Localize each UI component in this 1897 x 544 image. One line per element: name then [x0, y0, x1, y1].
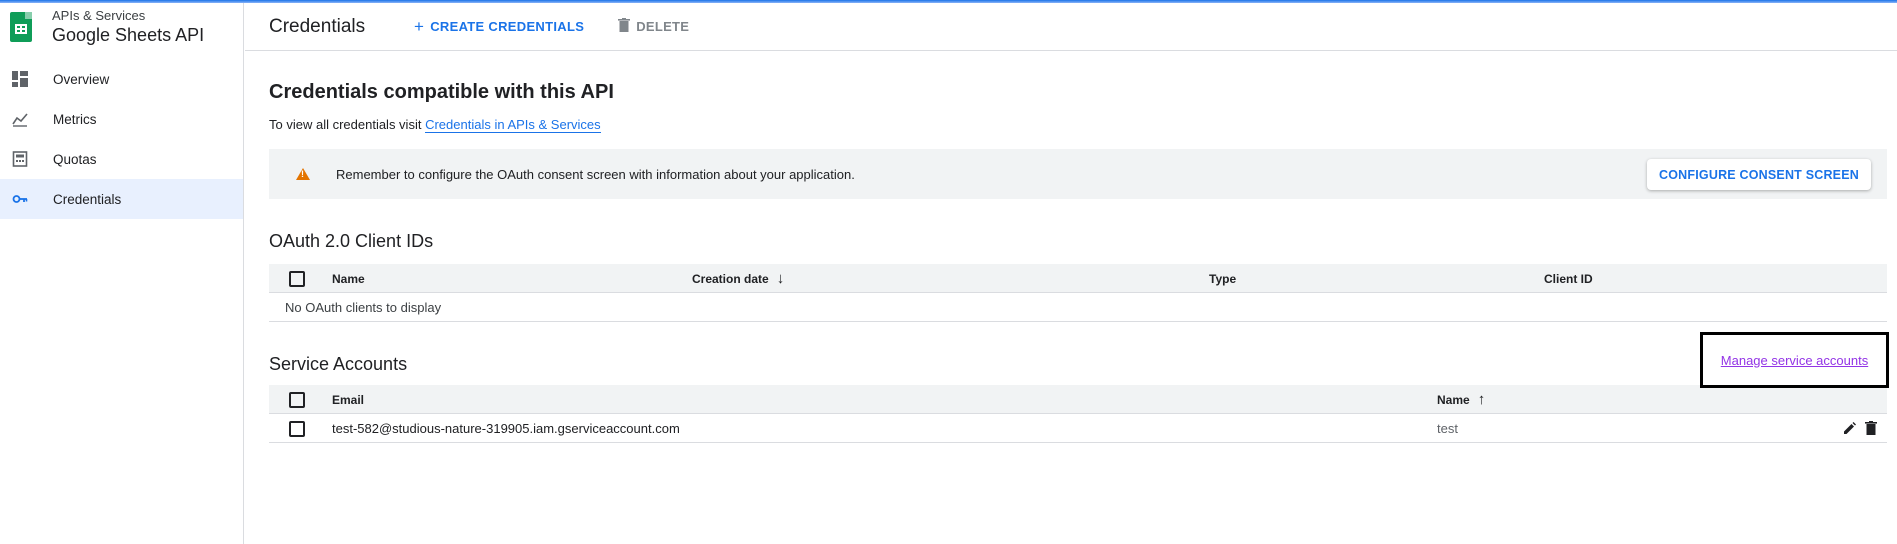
service-accounts-title: Service Accounts — [269, 354, 408, 374]
row-checkbox[interactable] — [289, 421, 305, 437]
product-subtitle: APIs & Services — [52, 8, 146, 23]
empty-message: No OAuth clients to display — [285, 300, 442, 315]
manage-service-accounts-highlight: Manage service accounts — [1700, 332, 1889, 388]
delete-icon[interactable] — [1865, 421, 1877, 438]
table-header: Name Creation date ↓ Type Client ID — [269, 264, 1887, 293]
sidebar-item-metrics[interactable]: Metrics — [0, 99, 243, 139]
create-credentials-button[interactable]: + CREATE CREDENTIALS — [414, 17, 584, 37]
plus-icon: + — [414, 16, 425, 36]
sidebar: APIs & Services Google Sheets API Overvi… — [0, 3, 244, 544]
sidebar-item-label: Credentials — [53, 191, 122, 207]
table-row: test-582@studious-nature-319905.iam.gser… — [269, 414, 1887, 443]
consent-warning-banner: Remember to configure the OAuth consent … — [269, 149, 1887, 199]
warning-icon — [296, 168, 310, 180]
column-header-client-id[interactable]: Client ID — [1544, 264, 1593, 293]
banner-text: Remember to configure the OAuth consent … — [336, 166, 855, 182]
service-account-name: test — [1437, 421, 1458, 436]
manage-service-accounts-link[interactable]: Manage service accounts — [1721, 353, 1868, 368]
trash-icon — [618, 17, 631, 37]
select-all-checkbox[interactable] — [289, 392, 305, 408]
column-header-type[interactable]: Type — [1209, 264, 1236, 293]
sidebar-item-quotas[interactable]: Quotas — [0, 139, 243, 179]
oauth-table: Name Creation date ↓ Type Client ID No O… — [269, 264, 1887, 322]
sidebar-item-label: Quotas — [53, 151, 97, 167]
select-all-checkbox[interactable] — [289, 271, 305, 287]
view-all-text: To view all credentials visit Credential… — [269, 117, 1897, 133]
credentials-link[interactable]: Credentials in APIs & Services — [425, 117, 601, 133]
column-header-label: Creation date — [692, 271, 769, 286]
service-accounts-table: Email Name ↑ test-582@studious-nature-31… — [269, 385, 1887, 443]
sheets-icon — [10, 12, 32, 42]
sidebar-item-label: Metrics — [53, 111, 97, 127]
delete-label: DELETE — [636, 19, 690, 34]
key-icon — [12, 191, 28, 207]
arrow-up-icon: ↑ — [1477, 391, 1486, 408]
content: Credentials compatible with this API To … — [245, 81, 1897, 443]
column-header-name[interactable]: Name — [332, 264, 365, 293]
table-header: Email Name ↑ — [269, 385, 1887, 414]
delete-button[interactable]: DELETE — [618, 17, 689, 37]
create-credentials-label: CREATE CREDENTIALS — [430, 19, 585, 34]
product-header: APIs & Services Google Sheets API — [0, 3, 243, 51]
calculator-icon — [12, 151, 28, 167]
configure-consent-screen-button[interactable]: CONFIGURE CONSENT SCREEN — [1647, 159, 1871, 190]
empty-row: No OAuth clients to display — [269, 293, 1887, 322]
section-heading: Credentials compatible with this API — [269, 81, 614, 103]
column-header-email[interactable]: Email — [332, 385, 364, 414]
oauth-title: OAuth 2.0 Client IDs — [269, 231, 434, 251]
arrow-down-icon: ↓ — [776, 270, 785, 287]
sidebar-item-label: Overview — [53, 71, 110, 87]
column-header-creation-date[interactable]: Creation date ↓ — [692, 264, 784, 293]
main-area: Credentials + CREATE CREDENTIALS DELETE … — [245, 3, 1897, 544]
column-header-name[interactable]: Name ↑ — [1437, 385, 1485, 414]
view-all-prefix: To view all credentials visit — [269, 117, 422, 132]
sidebar-item-overview[interactable]: Overview — [0, 59, 243, 99]
dashboard-icon — [12, 71, 28, 87]
service-account-email[interactable]: test-582@studious-nature-319905.iam.gser… — [332, 414, 680, 443]
column-header-label: Name — [1437, 392, 1470, 407]
page-title: Credentials — [269, 15, 366, 37]
chart-icon — [12, 111, 28, 127]
sidebar-item-credentials[interactable]: Credentials — [0, 179, 243, 219]
page-header: Credentials + CREATE CREDENTIALS DELETE — [245, 3, 1897, 51]
product-title: Google Sheets API — [52, 25, 205, 45]
edit-icon[interactable] — [1843, 421, 1857, 438]
